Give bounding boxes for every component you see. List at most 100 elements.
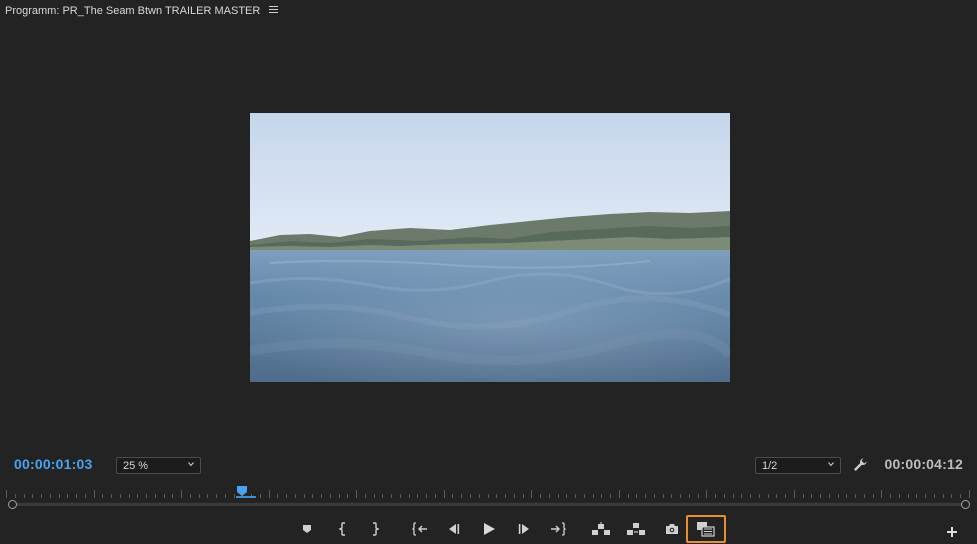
ruler-tick [863,494,865,498]
playback-resolution-dropdown[interactable]: 1/2 [755,457,841,474]
ruler-tick [216,494,218,498]
step-forward-button[interactable] [513,518,535,540]
mark-out-button[interactable] [364,518,386,540]
extract-button[interactable] [625,518,647,540]
ruler-tick [907,494,909,498]
ruler-tick [898,494,900,498]
ruler-tick [49,494,51,498]
comparison-view-button[interactable] [686,515,726,543]
ruler-tick [478,494,480,498]
ruler-tick [715,494,717,498]
ruler-tick [364,494,366,498]
go-to-out-button[interactable] [547,518,569,540]
ruler-tick [294,494,296,498]
add-button-icon[interactable] [946,526,958,538]
program-viewer[interactable] [250,113,730,382]
ruler-tick [741,494,743,498]
playhead[interactable] [235,486,256,500]
ruler-tick [793,490,795,498]
ruler-tick [163,494,165,498]
ruler-tick [207,494,209,498]
ruler-tick [671,494,673,498]
ruler-tick [399,494,401,498]
wrench-icon[interactable] [852,457,868,473]
ruler-tick [312,494,314,498]
mark-in-button[interactable] [332,518,354,540]
ruler-tick [636,494,638,498]
ruler-tick [610,494,612,498]
ruler-tick [119,494,121,498]
ruler-tick [785,494,787,498]
zoom-level-value: 25 % [123,459,149,472]
ruler-tick [286,494,288,498]
ruler-tick [680,494,682,498]
ruler-tick [391,494,393,498]
current-timecode[interactable]: 00:00:01:03 [14,456,92,472]
ruler-tick [172,494,174,498]
go-to-in-button[interactable] [409,518,431,540]
ruler-tick [6,490,7,498]
ruler-tick [697,494,699,498]
mark-out-icon [373,522,380,536]
ruler-tick [41,494,43,498]
ruler-tick [154,494,156,498]
step-back-icon [449,524,460,534]
add-marker-button[interactable] [296,518,318,540]
ruler-tick [540,494,542,498]
ruler-tick [434,494,436,498]
panel-header: Programm: PR_The Seam Btwn TRAILER MASTE… [0,0,977,22]
zoom-level-dropdown[interactable]: 25 % [116,457,201,474]
ruler-tick [14,494,16,498]
ruler-tick [811,494,813,498]
lift-button[interactable] [590,518,612,540]
ruler-tick [855,494,857,498]
ruler-tick [767,494,769,498]
ruler-tick [426,494,428,498]
ruler-tick [548,494,550,498]
ruler-tick [259,494,261,498]
ruler-tick [723,494,725,498]
ruler-tick [627,494,629,498]
ruler-tick [557,494,559,498]
ruler-tick [881,490,883,498]
ruler-tick [417,494,419,498]
zoom-scrollbar-left-handle[interactable] [8,500,17,509]
time-ruler[interactable] [6,486,970,498]
zoom-scrollbar[interactable] [13,503,965,506]
ruler-tick [933,494,935,498]
ruler-tick [828,494,830,498]
ruler-tick [592,494,594,498]
ruler-tick [84,494,86,498]
ruler-tick [583,494,585,498]
ruler-tick [505,494,506,498]
go-to-in-icon [412,522,427,536]
step-back-button[interactable] [443,518,465,540]
ruler-tick [181,490,183,498]
ruler-tick [688,494,690,498]
ruler-tick [645,494,647,498]
ruler-tick [662,494,664,498]
playback-resolution-value: 1/2 [762,459,778,472]
ruler-tick [942,494,944,498]
zoom-scrollbar-right-handle[interactable] [961,500,970,509]
chevron-down-icon [188,462,194,467]
ruler-tick [837,494,839,498]
comparison-view-icon [697,522,715,537]
play-button[interactable] [478,518,500,540]
ruler-tick [347,494,349,498]
ruler-tick [531,490,533,498]
ruler-tick [758,494,760,498]
ruler-tick [916,494,918,498]
hamburger-menu-icon[interactable] [269,6,279,14]
duration-timecode: 00:00:04:12 [884,456,963,472]
ruler-tick [960,494,962,498]
panel-title: Programm: PR_The Seam Btwn TRAILER MASTE… [5,5,261,17]
ruler-tick [32,494,34,498]
ruler-tick [618,490,620,498]
ruler-tick [601,494,603,498]
ruler-tick [732,494,734,498]
ruler-tick [513,494,515,498]
ruler-tick [951,494,953,498]
ruler-tick [198,494,200,498]
export-frame-button[interactable] [661,518,683,540]
